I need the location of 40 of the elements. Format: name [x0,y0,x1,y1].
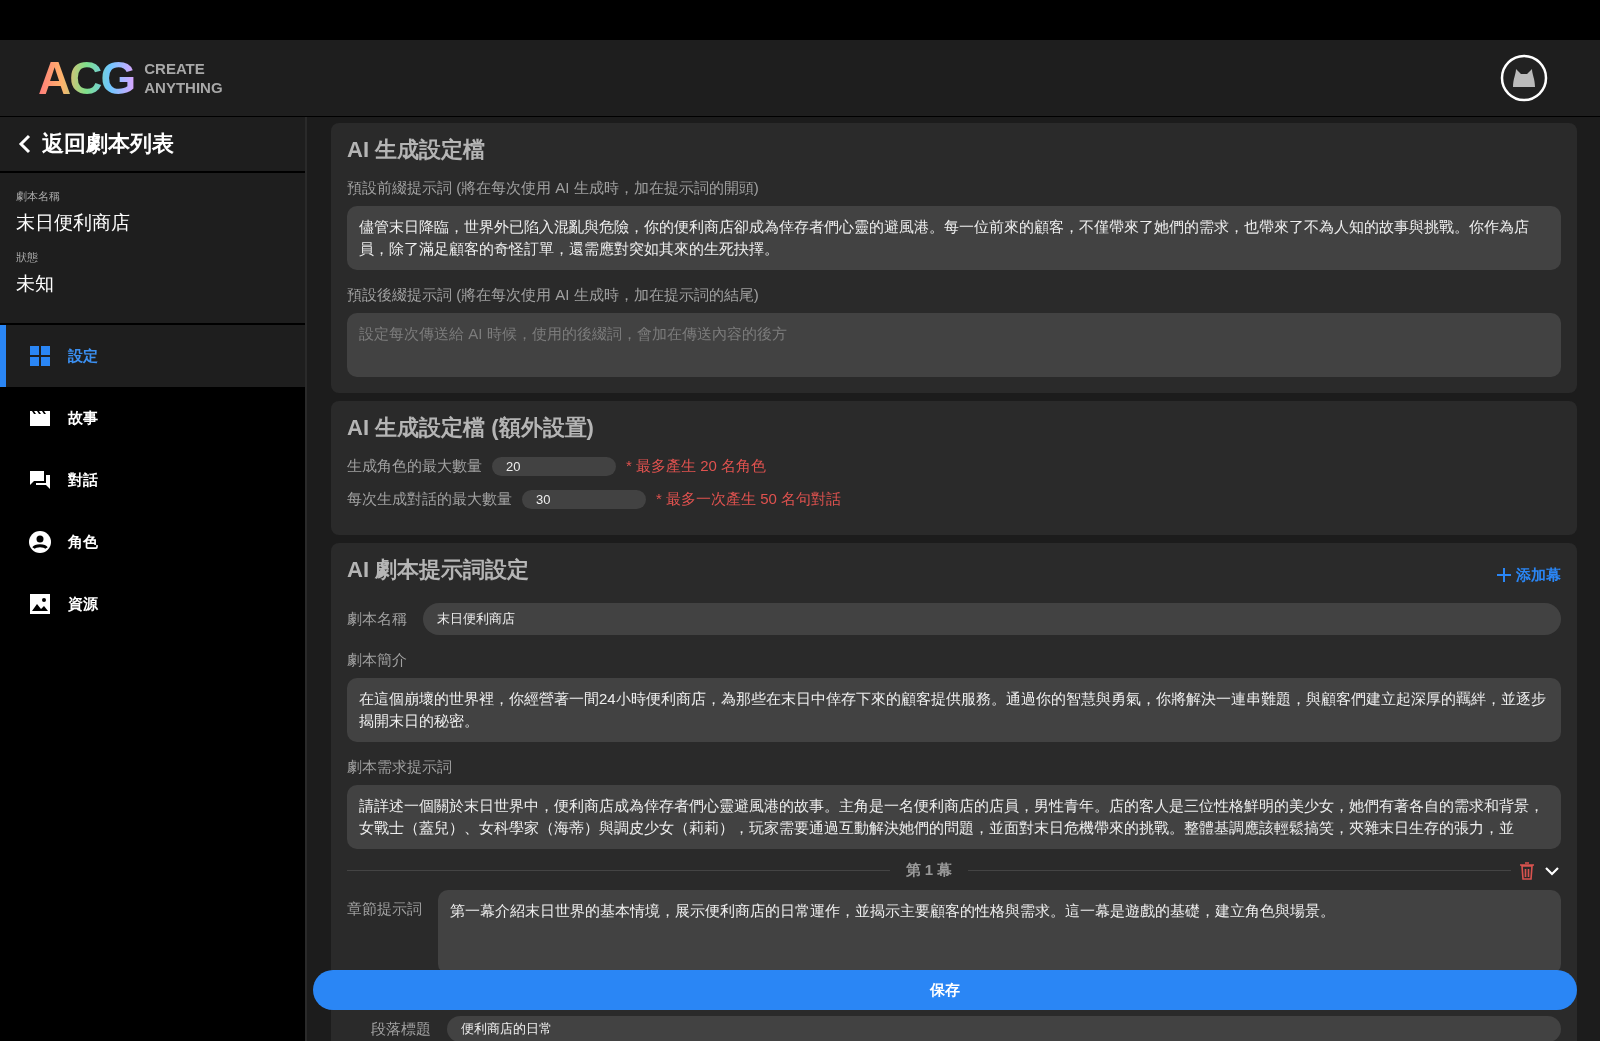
trash-icon [1519,861,1535,880]
logo-tagline: CREATE [144,59,206,78]
field-label: 劇本簡介 [347,651,408,670]
limit-note: * 最多一次產生 50 名句對話 [656,490,842,509]
text-area[interactable]: 請詳述一個關於末日世界中，便利商店成為倖存者們心靈避風港的故事。主角是一名便利商店的店員，男性青年。店的客人是三位性格鮮明的美少女，她們有著各自的需求和背景，女戰士（蓋兒）、女科學家（海蒂）與調皮少女（莉莉），玩家需要通過互動解決她們的問題，並面對末日危機帶來的挑戰。整體基調應該輕鬆搞笑，夾雜末日生存的張力，並 [347,785,1561,849]
text-area[interactable]: 在這個崩壞的世界裡，你經營著一間24小時便利商店，為那些在末日中倖存下來的顧客提供服務。通過你的智慧與勇氣，你將解決一連串難題，與顧客們建立起深厚的羈絆，並逐步揭開末日的秘密。 [347,678,1561,742]
field-label: 預設後綴提示詞 (將在每次使用 AI 生成時，加在提示詞的結尾) [347,286,760,305]
back-link[interactable]: 返回劇本列表 [0,117,305,173]
limit-note: * 最多產生 20 名角色 [626,457,767,476]
grid-icon [28,344,52,368]
add-act-button[interactable]: 添加幕 [1496,565,1561,585]
field-label: 段落標題 [371,1019,431,1039]
field-label: 劇本名稱 [347,609,407,629]
info-value: 末日便利商店 [16,211,131,235]
info-value: 未知 [16,272,55,296]
section-title: AI 劇本提示詞設定 [347,556,530,584]
info-label: 劇本名稱 [16,189,61,204]
name-field[interactable]: 末日便利商店 [423,603,1561,635]
field-label: 預設前綴提示詞 (將在每次使用 AI 生成時，加在提示詞的開頭) [347,179,760,198]
save-button[interactable]: 保存 [313,970,1577,1010]
act-title: 第 1 幕 [904,861,954,880]
image-icon [28,592,52,616]
person-icon [28,530,52,554]
plus-icon [1496,567,1512,583]
field-label: 章節提示詞 [347,900,422,919]
number-field[interactable]: 30 [522,490,646,509]
delete-button[interactable] [1519,861,1535,880]
info-label: 狀態 [16,250,39,265]
section-title: AI 生成設定檔 (額外設置) [347,414,595,442]
section-title-field[interactable]: 便利商店的日常 [447,1016,1561,1041]
number-field[interactable]: 20 [492,457,616,476]
nav-item[interactable]: 設定 [0,325,305,387]
field-label: 生成角色的最大數量 [347,457,482,476]
avatar-icon[interactable] [1500,54,1548,102]
field-label: 劇本需求提示詞 [347,758,453,777]
section-title: AI 生成設定檔 [347,136,487,164]
text-area[interactable]: 儘管末日降臨，世界外已陷入混亂與危險，你的便利商店卻成為倖存者們心靈的避風港。每一位前來的顧客，不僅帶來了她們的需求，也帶來了不為人知的故事與挑戰。你作為店員，除了滿足顧客的奇怪訂單，還需應對突如其來的生死抉擇。 [347,206,1561,270]
field-label: 每次生成對話的最大數量 [347,490,512,509]
chevron-left-icon [18,134,32,154]
logo-tagline: ANYTHING [144,78,223,97]
